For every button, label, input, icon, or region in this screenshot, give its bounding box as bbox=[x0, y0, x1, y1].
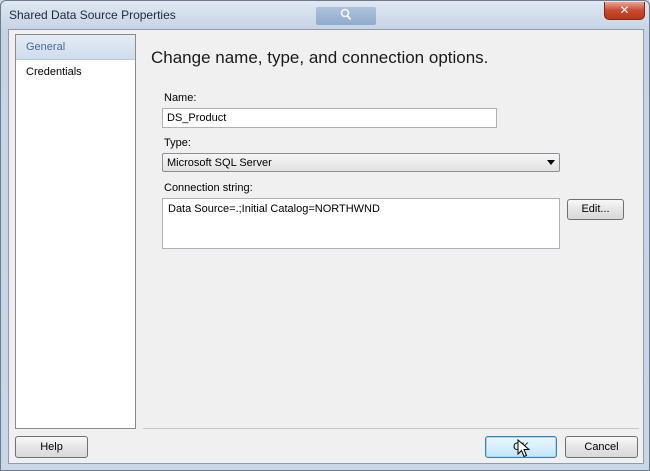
window-title: Shared Data Source Properties bbox=[9, 8, 176, 22]
mouse-pointer-icon bbox=[517, 439, 531, 458]
type-dropdown[interactable]: Microsoft SQL Server bbox=[162, 153, 560, 172]
title-bar-search-area bbox=[316, 7, 376, 25]
chevron-down-icon bbox=[547, 160, 555, 165]
dialog-client-area: General Credentials Change name, type, a… bbox=[8, 29, 644, 464]
footer-divider bbox=[143, 428, 639, 429]
nav-item-label: Credentials bbox=[26, 66, 82, 78]
help-button[interactable]: Help bbox=[15, 436, 88, 458]
page-title: Change name, type, and connection option… bbox=[151, 48, 489, 67]
page-navigation-list: General Credentials bbox=[15, 34, 136, 429]
dialog-window: Shared Data Source Properties ✕ General … bbox=[0, 0, 650, 471]
type-dropdown-value: Microsoft SQL Server bbox=[167, 157, 272, 169]
search-icon bbox=[340, 8, 352, 25]
connection-string-input[interactable]: Data Source=.;Initial Catalog=NORTHWND bbox=[162, 198, 560, 249]
name-input[interactable]: DS_Product bbox=[162, 108, 497, 128]
edit-button[interactable]: Edit... bbox=[567, 199, 624, 220]
type-label: Type: bbox=[164, 137, 191, 149]
nav-item-general[interactable]: General bbox=[16, 35, 135, 60]
title-bar[interactable]: Shared Data Source Properties ✕ bbox=[1, 1, 649, 29]
nav-item-credentials[interactable]: Credentials bbox=[16, 60, 135, 84]
close-icon: ✕ bbox=[619, 3, 630, 17]
nav-item-label: General bbox=[26, 41, 66, 53]
close-button[interactable]: ✕ bbox=[604, 2, 645, 20]
cancel-button[interactable]: Cancel bbox=[565, 436, 638, 458]
name-label: Name: bbox=[164, 92, 197, 104]
connection-string-label: Connection string: bbox=[164, 182, 253, 194]
